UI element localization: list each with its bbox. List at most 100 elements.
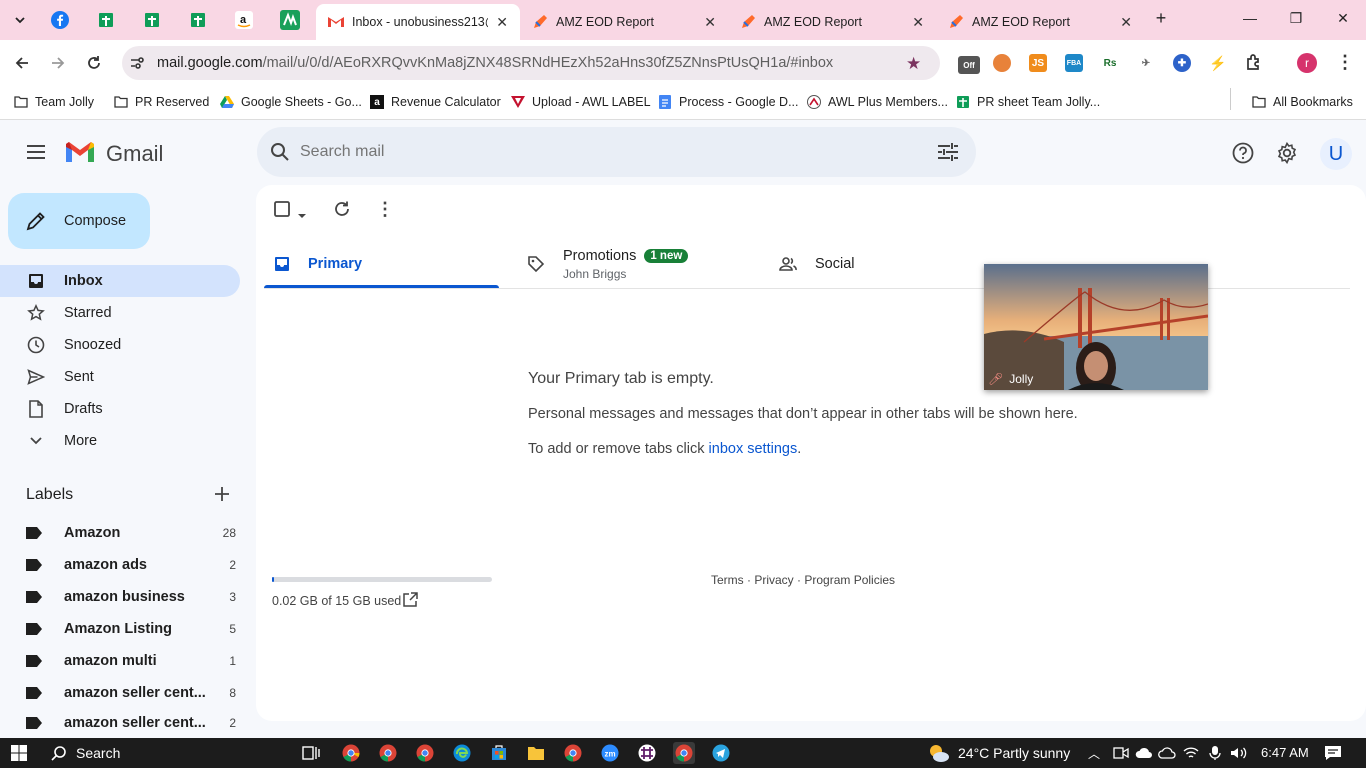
fba-extension-icon[interactable]: FBA xyxy=(1065,54,1083,72)
tab-primary[interactable]: Primary xyxy=(264,240,499,288)
helper-extension-icon[interactable]: ✚ xyxy=(1173,54,1191,72)
chrome-taskbar-icon[interactable] xyxy=(340,742,362,764)
tab-promotions[interactable]: Promotions 1 new John Briggs xyxy=(519,240,759,288)
bookmark-upload-awl-label[interactable]: Upload - AWL LABEL xyxy=(511,92,651,112)
create-label-plus-icon[interactable] xyxy=(213,485,231,508)
more-actions-icon[interactable]: ⋮ xyxy=(376,199,394,220)
sheets-tab-icon[interactable] xyxy=(186,8,210,32)
weather-text[interactable]: 24°C Partly sunny xyxy=(958,745,1070,761)
label-item[interactable]: Amazon Listing 5 xyxy=(26,613,236,645)
sidebar-item-snoozed[interactable]: Snoozed xyxy=(0,329,240,361)
task-view-icon[interactable] xyxy=(300,742,322,764)
tab-amz-eod-report[interactable]: AMZ EOD Report ✕ xyxy=(728,4,936,40)
chrome-taskbar-icon[interactable] xyxy=(562,742,584,764)
onedrive-cloud-icon[interactable] xyxy=(1133,742,1155,764)
show-hidden-icons-chevron-icon[interactable]: ︿ xyxy=(1088,745,1100,762)
label-item[interactable]: amazon multi 1 xyxy=(26,645,236,677)
edge-taskbar-icon[interactable] xyxy=(451,742,473,764)
windows-start-icon[interactable] xyxy=(8,742,30,764)
search-options-tune-icon[interactable] xyxy=(937,142,959,167)
main-menu-hamburger-icon[interactable] xyxy=(26,144,46,165)
bookmark-revenue-calculator[interactable]: a Revenue Calculator xyxy=(370,92,501,112)
terms-link[interactable]: Terms xyxy=(711,573,744,587)
zoom-taskbar-icon[interactable]: zm xyxy=(599,742,621,764)
label-item[interactable]: Amazon 28 xyxy=(26,517,236,549)
tab-social[interactable]: Social xyxy=(769,240,969,288)
privacy-link[interactable]: Privacy xyxy=(754,573,793,587)
site-settings-icon[interactable] xyxy=(128,54,146,72)
close-tab-icon[interactable]: ✕ xyxy=(912,14,924,31)
rs-extension-icon[interactable]: Rs xyxy=(1101,54,1119,72)
notifications-icon[interactable] xyxy=(1322,742,1344,764)
new-tab-plus-icon[interactable]: + xyxy=(1151,8,1171,29)
weather-partly-sunny-icon[interactable] xyxy=(928,742,950,764)
minimize-icon[interactable]: — xyxy=(1240,10,1260,26)
sidebar-item-starred[interactable]: Starred xyxy=(0,297,240,329)
microphone-icon[interactable] xyxy=(1204,742,1226,764)
sidebar-item-more[interactable]: More xyxy=(0,425,240,457)
settings-gear-icon[interactable] xyxy=(1276,141,1298,169)
firefox-like-extension-icon[interactable] xyxy=(993,54,1011,72)
js-extension-icon[interactable]: JS xyxy=(1029,54,1047,72)
label-item[interactable]: amazon ads 2 xyxy=(26,549,236,581)
scout-extension-icon[interactable]: ⚡ xyxy=(1209,54,1227,72)
amazon-tab-icon[interactable]: a xyxy=(232,8,256,32)
close-tab-icon[interactable]: ✕ xyxy=(704,14,716,31)
gmail-logo-icon[interactable] xyxy=(64,140,96,164)
taskbar-search-icon[interactable] xyxy=(48,742,70,764)
file-explorer-taskbar-icon[interactable] xyxy=(525,742,547,764)
inbox-settings-link[interactable]: inbox settings xyxy=(709,441,798,457)
forward-arrow-icon[interactable] xyxy=(47,52,69,74)
sheets-tab-icon[interactable] xyxy=(140,8,164,32)
help-question-icon[interactable] xyxy=(1232,142,1254,169)
sidebar-item-sent[interactable]: Sent xyxy=(0,361,240,393)
search-input[interactable] xyxy=(300,138,900,166)
label-item[interactable]: amazon seller cent... 2 xyxy=(26,709,236,737)
facebook-tab-icon[interactable] xyxy=(48,8,72,32)
clock-time[interactable]: 6:47 AM xyxy=(1261,745,1309,760)
tab-search-chevron-icon[interactable] xyxy=(8,8,32,32)
restore-icon[interactable]: ❐ xyxy=(1286,10,1306,27)
volume-icon[interactable] xyxy=(1228,742,1250,764)
bookmark-process-google-docs[interactable]: Process - Google D... xyxy=(658,92,799,112)
account-avatar[interactable]: U xyxy=(1320,138,1352,170)
tab-gmail-inbox[interactable]: Inbox - unobusiness213@ ✕ xyxy=(316,4,520,40)
browser-menu-icon[interactable]: ⋮ xyxy=(1336,52,1354,73)
sidebar-item-drafts[interactable]: Drafts xyxy=(0,393,240,425)
select-dropdown-caret-icon[interactable] xyxy=(297,206,307,224)
bookmark-google-sheets[interactable]: Google Sheets - Go... xyxy=(220,92,362,112)
bookmark-pr-sheet-team-jolly[interactable]: PR sheet Team Jolly... xyxy=(956,92,1100,112)
green-app-tab-icon[interactable] xyxy=(278,8,302,32)
onedrive-outline-cloud-icon[interactable] xyxy=(1156,742,1178,764)
meet-now-icon[interactable] xyxy=(1110,742,1132,764)
off-extension-icon[interactable]: Off xyxy=(958,56,980,74)
tab-amz-eod-report[interactable]: AMZ EOD Report ✕ xyxy=(936,4,1144,40)
select-all-checkbox[interactable] xyxy=(274,201,290,222)
bookmark-folder-pr-reserved[interactable]: PR Reserved xyxy=(114,92,209,112)
close-tab-icon[interactable]: ✕ xyxy=(496,14,508,31)
extensions-puzzle-icon[interactable] xyxy=(1244,53,1264,78)
close-window-icon[interactable]: ✕ xyxy=(1333,10,1353,27)
reload-icon[interactable] xyxy=(83,52,105,74)
wifi-icon[interactable] xyxy=(1180,742,1202,764)
back-arrow-icon[interactable] xyxy=(11,52,33,74)
chrome-taskbar-icon[interactable] xyxy=(414,742,436,764)
tab-amz-eod-report[interactable]: AMZ EOD Report ✕ xyxy=(520,4,728,40)
chrome-active-taskbar-icon[interactable] xyxy=(673,742,695,764)
slack-taskbar-icon[interactable] xyxy=(636,742,658,764)
bookmark-star-icon[interactable]: ★ xyxy=(906,54,921,74)
bookmark-awl-plus-members[interactable]: AWL Plus Members... xyxy=(807,92,948,112)
open-storage-external-link-icon[interactable] xyxy=(403,592,418,612)
profile-avatar[interactable]: r xyxy=(1297,53,1317,73)
search-icon[interactable] xyxy=(270,142,290,167)
chrome-taskbar-icon[interactable] xyxy=(377,742,399,764)
taskbar-search-label[interactable]: Search xyxy=(76,745,120,761)
store-taskbar-icon[interactable] xyxy=(488,742,510,764)
label-item[interactable]: amazon seller cent... 8 xyxy=(26,677,236,709)
close-tab-icon[interactable]: ✕ xyxy=(1120,14,1132,31)
all-bookmarks-folder[interactable]: All Bookmarks xyxy=(1252,92,1353,112)
sidebar-item-inbox[interactable]: Inbox xyxy=(0,265,240,297)
plane-extension-icon[interactable]: ✈ xyxy=(1137,54,1155,72)
refresh-icon[interactable] xyxy=(333,200,351,223)
floating-video-window[interactable]: 🎤︎ Jolly xyxy=(984,264,1208,390)
